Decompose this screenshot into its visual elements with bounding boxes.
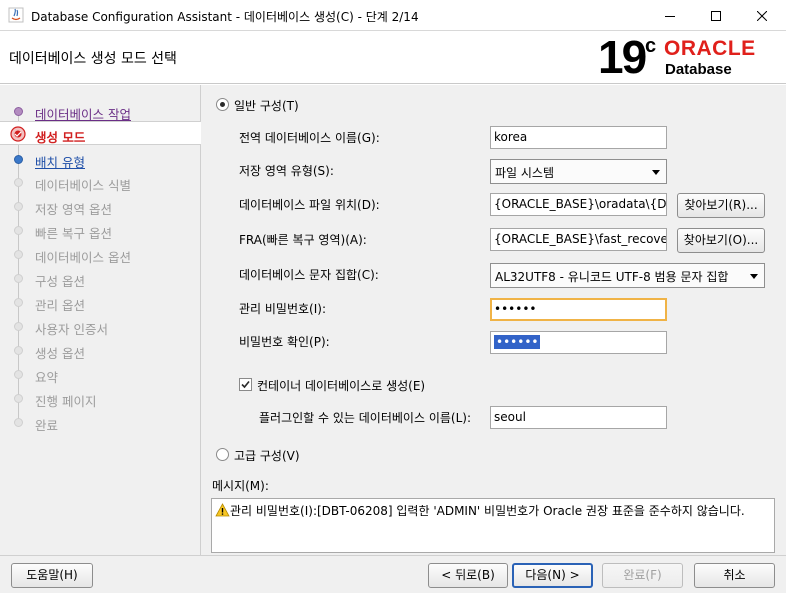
- nav-item-progress-page: 진행 페이지: [0, 386, 201, 410]
- fra-label: FRA(빠른 복구 영역)(A):: [239, 233, 367, 247]
- nav-item-label: 관리 옵션: [35, 298, 85, 313]
- logo-brand: ORACLE: [664, 37, 756, 60]
- admin-password-input[interactable]: ••••••: [490, 298, 667, 321]
- logo-superscript: c: [645, 35, 657, 57]
- logo-product: Database: [665, 61, 732, 78]
- charset-value: AL32UTF8 - 유니코드 UTF-8 범용 문자 집합: [495, 270, 729, 284]
- step-dot: [14, 274, 23, 283]
- next-button[interactable]: 다음(N) >: [512, 563, 593, 588]
- chevron-down-icon: [750, 274, 758, 279]
- nav-item-label: 배치 유형: [35, 155, 85, 170]
- java-icon: [8, 7, 24, 23]
- storage-type-select[interactable]: 파일 시스템: [490, 159, 667, 184]
- step-dot: [14, 202, 23, 211]
- minimize-icon: [665, 15, 675, 17]
- db-file-location-label: 데이터베이스 파일 위치(D):: [239, 198, 380, 212]
- step-dot: [14, 298, 23, 307]
- maximize-button[interactable]: [693, 0, 739, 31]
- message-text: 관리 비밀번호(I):[DBT-06208] 입력한 'ADMIN' 비밀번호가…: [230, 504, 745, 518]
- step-navigation: 데이터베이스 작업 생성 모드 배치 유형 데이터베이스 식별 저장 영역 옵션…: [0, 85, 201, 555]
- browse-db-location-button[interactable]: 찾아보기(R)...: [677, 193, 765, 218]
- footer-divider: [0, 555, 786, 556]
- nav-item-label: 생성 모드: [35, 130, 86, 145]
- nav-item-label: 완료: [35, 418, 59, 433]
- back-button[interactable]: < 뒤로(B): [428, 563, 508, 588]
- close-icon: [757, 10, 767, 21]
- admin-password-label: 관리 비밀번호(I):: [239, 302, 327, 316]
- nav-item-user-credentials: 사용자 인증서: [0, 314, 201, 338]
- messages-label: 메시지(M):: [212, 479, 269, 493]
- browse-fra-button[interactable]: 찾아보기(O)...: [677, 228, 765, 253]
- nav-item-database-operation[interactable]: 데이터베이스 작업: [0, 99, 201, 123]
- title-bar: Database Configuration Assistant - 데이터베이…: [0, 0, 786, 31]
- fra-input[interactable]: {ORACLE_BASE}\fast_recovery_: [490, 228, 667, 251]
- charset-label: 데이터베이스 문자 집합(C):: [239, 268, 379, 282]
- nav-item-creation-mode[interactable]: 생성 모드: [0, 121, 201, 145]
- nav-item-database-identification: 데이터베이스 식별: [0, 170, 201, 194]
- current-step-icon: [10, 126, 26, 142]
- step-dot: [14, 322, 23, 331]
- step-dot: [14, 346, 23, 355]
- nav-item-label: 데이터베이스 식별: [35, 178, 131, 193]
- step-header: 데이터베이스 생성 모드 선택 19 c ORACLE Database: [0, 31, 786, 84]
- db-file-location-input[interactable]: {ORACLE_BASE}\oradata\{DB_: [490, 193, 667, 216]
- nav-item-fast-recovery-option: 빠른 복구 옵션: [0, 218, 201, 242]
- nav-item-label: 요약: [35, 370, 59, 385]
- nav-item-label: 저장 영역 옵션: [35, 202, 112, 217]
- nav-item-label: 빠른 복구 옵션: [35, 226, 112, 241]
- finish-button[interactable]: 완료(F): [602, 563, 683, 588]
- step-dot: [14, 394, 23, 403]
- pdb-name-label: 플러그인할 수 있는 데이터베이스 이름(L):: [259, 411, 471, 425]
- step-dot: [14, 370, 23, 379]
- nav-item-label: 데이터베이스 옵션: [35, 250, 131, 265]
- nav-item-label: 사용자 인증서: [35, 322, 108, 337]
- nav-item-label: 구성 옵션: [35, 274, 85, 289]
- advanced-config-label: 고급 구성(V): [234, 449, 300, 463]
- step-dot: [14, 178, 23, 187]
- nav-item-database-options: 데이터베이스 옵션: [0, 242, 201, 266]
- nav-item-summary: 요약: [0, 362, 201, 386]
- admin-password-value: ••••••: [494, 302, 537, 316]
- storage-type-label: 저장 영역 유형(S):: [239, 164, 334, 178]
- pdb-name-input[interactable]: seoul: [490, 406, 667, 429]
- charset-select[interactable]: AL32UTF8 - 유니코드 UTF-8 범용 문자 집합: [490, 263, 765, 288]
- step-dot: [14, 250, 23, 259]
- nav-item-configuration-options: 구성 옵션: [0, 266, 201, 290]
- content-area: 데이터베이스 작업 생성 모드 배치 유형 데이터베이스 식별 저장 영역 옵션…: [0, 85, 786, 593]
- step-dot: [14, 155, 23, 164]
- nav-item-finish: 완료: [0, 410, 201, 434]
- step-dot: [14, 107, 23, 116]
- confirm-password-value: ••••••: [494, 335, 541, 349]
- nav-item-management-options: 관리 옵션: [0, 290, 201, 314]
- close-button[interactable]: [739, 0, 785, 31]
- nav-item-deployment-type[interactable]: 배치 유형: [0, 147, 201, 171]
- advanced-config-radio[interactable]: [216, 448, 229, 461]
- page-title: 데이터베이스 생성 모드 선택: [9, 51, 177, 67]
- global-db-name-input[interactable]: korea: [490, 126, 667, 149]
- typical-config-radio[interactable]: [216, 98, 229, 111]
- step-dot: [14, 418, 23, 427]
- minimize-button[interactable]: [647, 0, 693, 31]
- nav-item-label: 생성 옵션: [35, 346, 85, 361]
- step-dot: [14, 226, 23, 235]
- maximize-icon: [711, 10, 721, 21]
- logo-version: 19: [598, 31, 647, 83]
- nav-item-storage-option: 저장 영역 옵션: [0, 194, 201, 218]
- global-db-name-label: 전역 데이터베이스 이름(G):: [239, 131, 380, 145]
- container-db-label: 컨테이너 데이터베이스로 생성(E): [257, 379, 426, 393]
- confirm-password-input[interactable]: ••••••: [490, 331, 667, 354]
- checkmark-icon: [241, 380, 250, 389]
- confirm-password-label: 비밀번호 확인(P):: [239, 335, 330, 349]
- messages-panel[interactable]: 관리 비밀번호(I):[DBT-06208] 입력한 'ADMIN' 비밀번호가…: [211, 498, 775, 553]
- nav-item-label: 진행 페이지: [35, 394, 97, 409]
- typical-config-label: 일반 구성(T): [234, 99, 299, 113]
- help-button[interactable]: 도움말(H): [11, 563, 93, 588]
- storage-type-value: 파일 시스템: [495, 166, 555, 180]
- warning-icon: [215, 503, 230, 517]
- nav-item-creation-options: 생성 옵션: [0, 338, 201, 362]
- container-db-checkbox[interactable]: [239, 378, 252, 391]
- cancel-button[interactable]: 취소: [694, 563, 775, 588]
- window-title: Database Configuration Assistant - 데이터베이…: [31, 10, 419, 24]
- chevron-down-icon: [652, 170, 660, 175]
